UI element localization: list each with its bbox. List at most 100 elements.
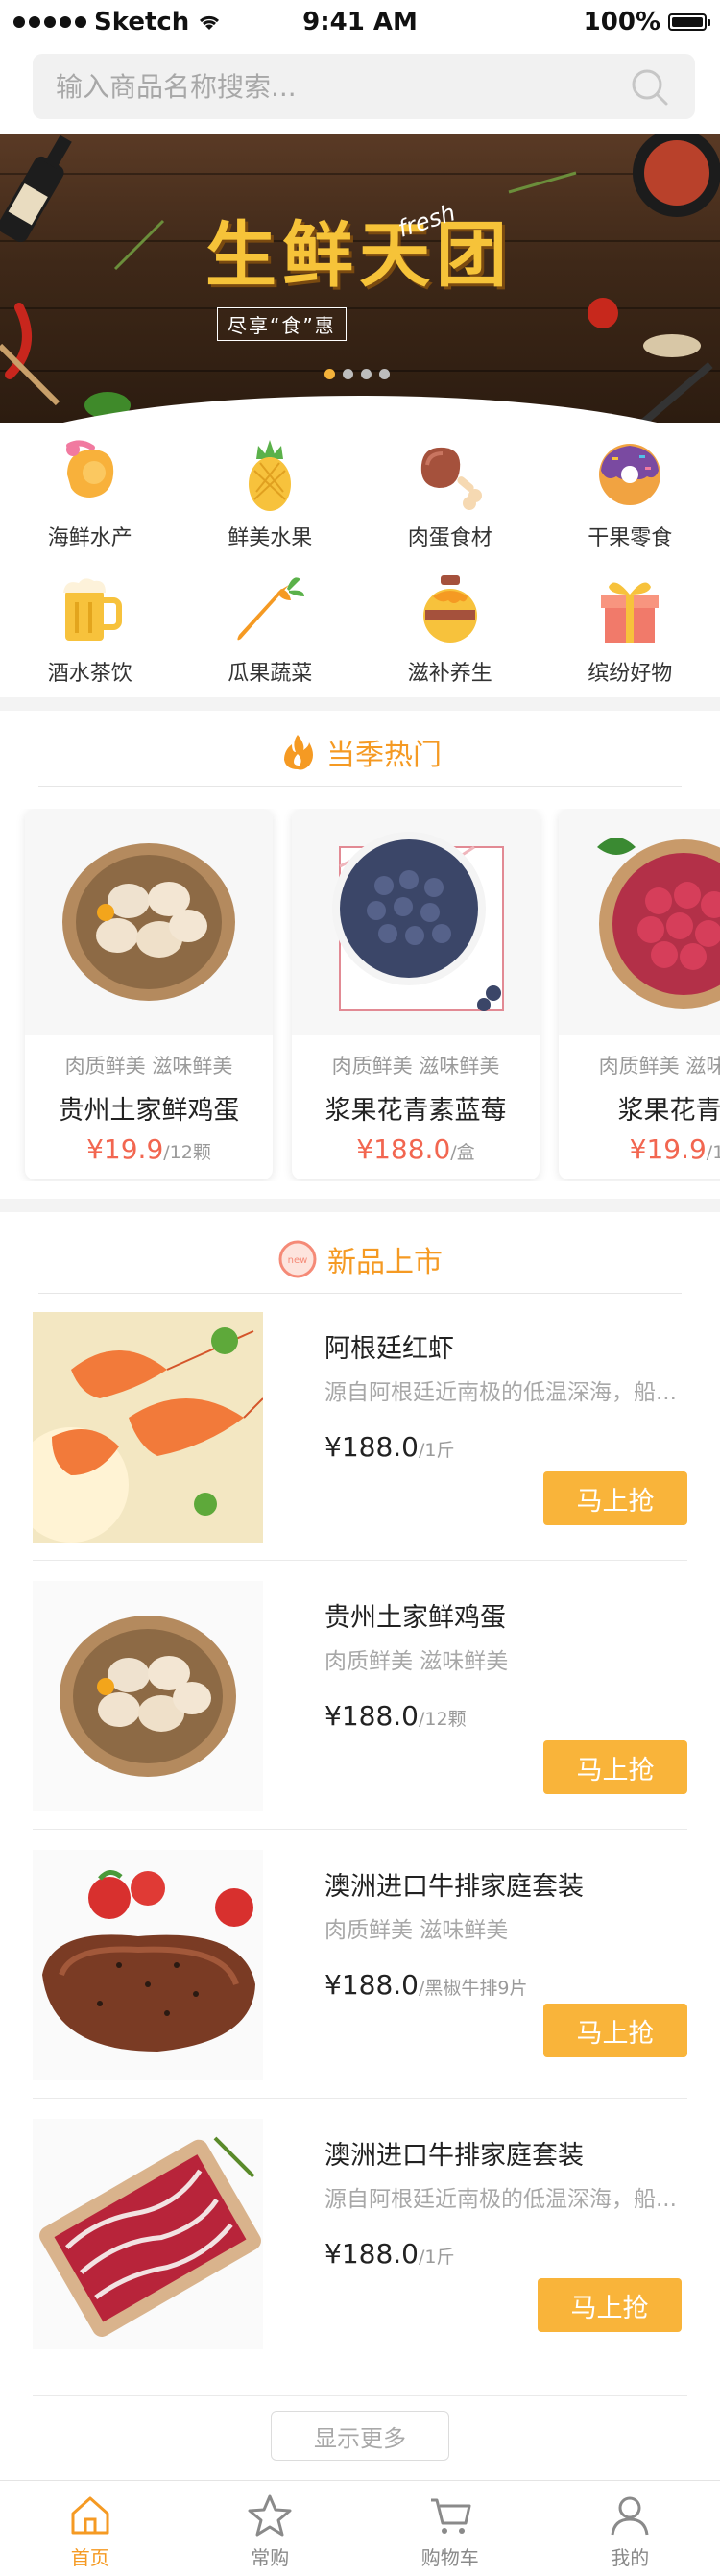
product-price-row: ¥19.9/12颗 xyxy=(25,1133,273,1165)
tab-cart[interactable]: 购物车 xyxy=(360,2481,540,2576)
donut-icon xyxy=(599,444,661,505)
hot-section-header: 当季热门 xyxy=(0,718,720,786)
buy-now-button[interactable]: 马上抢 xyxy=(538,2278,682,2332)
tab-profile[interactable]: 我的 xyxy=(540,2481,720,2576)
product-unit: /12颗 xyxy=(418,1709,467,1730)
product-image xyxy=(33,2119,263,2349)
category-label: 干果零食 xyxy=(588,526,673,550)
new-section-header: new 新品上市 xyxy=(0,1226,720,1293)
category-vegetables[interactable]: 瓜果蔬菜 xyxy=(180,562,361,697)
product-price: ¥19.9 xyxy=(629,1133,707,1165)
banner-dot[interactable] xyxy=(324,369,335,379)
product-tags: 肉质鲜美 滋味鲜美 xyxy=(331,1055,500,1078)
tab-label: 我的 xyxy=(611,2546,650,2569)
product-image xyxy=(25,809,273,1035)
product-price: ¥188.0 xyxy=(324,2238,419,2270)
promo-banner[interactable]: 生鲜天团 fresh 尽享“食”惠 xyxy=(0,134,720,423)
product-tags: 肉质鲜美 滋味鲜美 xyxy=(598,1055,720,1078)
hot-product-card[interactable]: 肉质鲜美 滋味鲜美 浆果花青素 ¥19.9/12 xyxy=(559,809,720,1179)
new-product-item[interactable]: 阿根廷红虾 源自阿根廷近南极的低温深海，船... ¥188.0/1斤 马上抢 xyxy=(33,1312,687,1581)
product-name: 贵州土家鲜鸡蛋 xyxy=(324,1603,506,1633)
product-price-row: ¥188.0/黑椒牛排9片 xyxy=(324,1969,527,2001)
search-input[interactable] xyxy=(56,54,612,119)
product-description: 肉质鲜美 滋味鲜美 xyxy=(324,1649,509,1674)
carrot-icon xyxy=(237,577,305,641)
product-image xyxy=(33,1312,263,1543)
section-divider xyxy=(0,1199,720,1212)
product-price-row: ¥188.0/盒 xyxy=(292,1133,540,1165)
product-unit: /1斤 xyxy=(418,2247,455,2268)
category-label: 滋补养生 xyxy=(407,662,492,686)
category-label: 缤纷好物 xyxy=(588,662,673,686)
buy-now-button[interactable]: 马上抢 xyxy=(543,2004,687,2057)
product-image xyxy=(559,809,720,1035)
search-bar[interactable] xyxy=(33,54,695,119)
flame-icon xyxy=(284,735,313,770)
battery-percent: 100% xyxy=(583,8,660,36)
category-label: 酒水茶饮 xyxy=(47,662,132,686)
product-name: 澳洲进口牛排家庭套装 xyxy=(324,1872,584,1902)
product-price-row: ¥188.0/1斤 xyxy=(324,2238,454,2270)
shrimp-icon xyxy=(65,440,113,498)
status-bar: Sketch 9:41 AM 100% xyxy=(0,0,720,44)
tab-label: 首页 xyxy=(70,2546,109,2569)
product-price-row: ¥19.9/12 xyxy=(559,1133,720,1165)
buy-now-button[interactable]: 马上抢 xyxy=(543,1740,687,1794)
banner-pagination[interactable] xyxy=(324,369,390,379)
product-price: ¥188.0 xyxy=(324,1431,419,1463)
banner-dot[interactable] xyxy=(343,369,353,379)
product-name: 贵州土家鲜鸡蛋 xyxy=(58,1096,240,1126)
new-section-line xyxy=(38,1293,682,1294)
banner-dot[interactable] xyxy=(379,369,390,379)
product-description: 源自阿根廷近南极的低温深海，船... xyxy=(324,1380,677,1405)
battery-icon xyxy=(668,13,710,31)
product-price-row: ¥188.0/1斤 xyxy=(324,1431,454,1463)
new-product-item[interactable]: 澳洲进口牛排家庭套装 源自阿根廷近南极的低温深海，船... ¥188.0/1斤 … xyxy=(33,2119,687,2396)
product-description: 源自阿根廷近南极的低温深海，船... xyxy=(324,2187,677,2212)
tab-frequent[interactable]: 常购 xyxy=(180,2481,361,2576)
category-meat-egg[interactable]: 肉蛋食材 xyxy=(360,426,540,562)
category-drinks[interactable]: 酒水茶饮 xyxy=(0,562,180,697)
new-product-item[interactable]: 贵州土家鲜鸡蛋 肉质鲜美 滋味鲜美 ¥188.0/12颗 马上抢 xyxy=(33,1581,687,1850)
product-image xyxy=(292,809,540,1035)
meat-icon xyxy=(420,447,482,510)
honey-jar-icon xyxy=(422,575,477,643)
product-unit: /盒 xyxy=(450,1142,475,1163)
banner-subtitle: 尽享“食”惠 xyxy=(217,307,347,341)
hot-product-carousel[interactable]: 肉质鲜美 滋味鲜美 贵州土家鲜鸡蛋 ¥19.9/12颗 肉质鲜美 滋味鲜美 浆果… xyxy=(0,809,720,1181)
product-unit: /1斤 xyxy=(418,1440,455,1461)
product-price: ¥188.0 xyxy=(324,1969,419,2001)
product-price-row: ¥188.0/12颗 xyxy=(324,1700,467,1732)
product-name: 阿根廷红虾 xyxy=(324,1334,454,1364)
product-name: 澳洲进口牛排家庭套装 xyxy=(324,2141,584,2171)
svg-text:new: new xyxy=(288,1255,308,1266)
product-description: 肉质鲜美 滋味鲜美 xyxy=(324,1918,509,1943)
new-product-item[interactable]: 澳洲进口牛排家庭套装 肉质鲜美 滋味鲜美 ¥188.0/黑椒牛排9片 马上抢 xyxy=(33,1850,687,2119)
section-divider xyxy=(0,697,720,711)
category-fruit[interactable]: 鲜美水果 xyxy=(180,426,361,562)
product-tags: 肉质鲜美 滋味鲜美 xyxy=(64,1055,233,1078)
category-snacks[interactable]: 干果零食 xyxy=(540,426,720,562)
banner-dot[interactable] xyxy=(361,369,372,379)
product-image xyxy=(33,1850,263,2080)
hot-section-title: 当季热门 xyxy=(326,739,442,772)
home-icon xyxy=(71,2496,109,2535)
category-health[interactable]: 滋补养生 xyxy=(360,562,540,697)
product-image xyxy=(33,1581,263,1811)
user-icon xyxy=(611,2496,649,2536)
category-seafood[interactable]: 海鲜水产 xyxy=(0,426,180,562)
cart-icon xyxy=(430,2498,471,2534)
hot-product-card[interactable]: 肉质鲜美 滋味鲜美 贵州土家鲜鸡蛋 ¥19.9/12颗 xyxy=(25,809,273,1179)
buy-now-button[interactable]: 马上抢 xyxy=(543,1471,687,1525)
product-name: 浆果花青素 xyxy=(617,1096,720,1126)
category-grid: 海鲜水产 鲜美水果 肉蛋食材 干果零食 酒水茶饮 瓜果蔬菜 滋补养生 缤纷好物 xyxy=(0,426,720,697)
bottom-tab-bar: 首页 常购 购物车 我的 xyxy=(0,2480,720,2576)
status-right: 100% xyxy=(583,8,710,36)
tab-home[interactable]: 首页 xyxy=(0,2481,180,2576)
category-goods[interactable]: 缤纷好物 xyxy=(540,562,720,697)
banner-title: 生鲜天团 xyxy=(205,214,513,297)
search-icon[interactable] xyxy=(630,67,670,108)
category-label: 瓜果蔬菜 xyxy=(228,662,313,686)
show-more-button[interactable]: 显示更多 xyxy=(271,2411,449,2461)
hot-product-card[interactable]: 肉质鲜美 滋味鲜美 浆果花青素蓝莓 ¥188.0/盒 xyxy=(292,809,540,1179)
